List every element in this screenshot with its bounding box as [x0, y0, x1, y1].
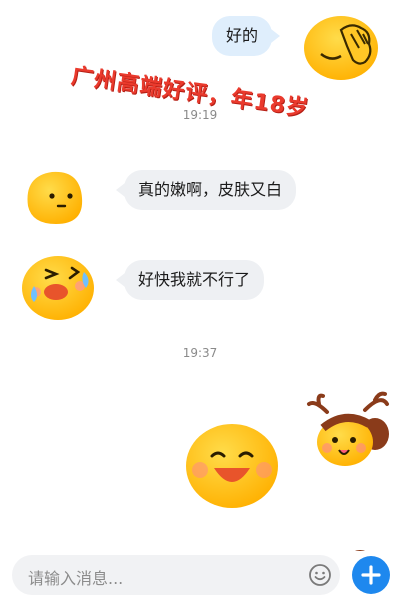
smiley-icon[interactable] — [308, 563, 332, 587]
message-text: 真的嫩啊，皮肤又白 — [138, 180, 283, 199]
laughing-crying-sticker[interactable] — [20, 250, 96, 322]
message-bubble-received[interactable]: 好快我就不行了 — [115, 260, 265, 300]
timestamp: 19:19 — [182, 108, 218, 122]
big-laugh-sticker[interactable] — [184, 420, 280, 510]
message-input-placeholder: 请输入消息... — [28, 569, 124, 588]
calm-face-sticker[interactable] — [22, 166, 86, 228]
message-input[interactable]: 请输入消息... — [12, 555, 340, 595]
timestamp: 19:37 — [182, 346, 218, 360]
antler-sticker[interactable] — [305, 390, 391, 472]
message-bubble-sent[interactable]: 好的 — [212, 16, 281, 56]
plus-icon — [361, 565, 381, 585]
message-bubble-received[interactable]: 真的嫩啊，皮肤又白 — [115, 170, 297, 210]
message-text: 好快我就不行了 — [138, 270, 251, 289]
facepalm-sticker[interactable] — [301, 10, 383, 82]
message-text: 好的 — [226, 26, 259, 45]
composer-bar: 请输入消息... — [0, 551, 400, 597]
chat-area: 好的 广州高端好评，年18岁 19:19 真的嫩啊，皮肤又白 好快我就不行了 1… — [0, 0, 400, 597]
plus-button[interactable] — [352, 556, 390, 594]
